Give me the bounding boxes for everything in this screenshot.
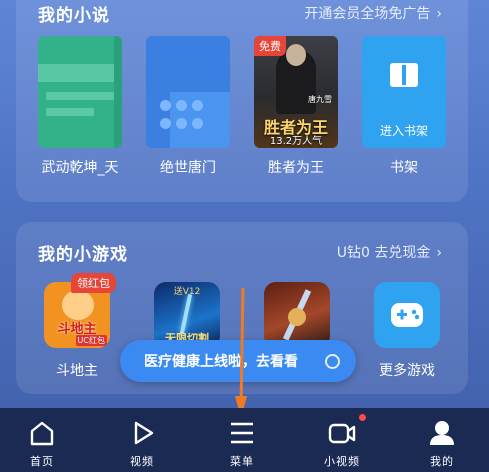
chevron-right-icon: › [436, 245, 442, 261]
user-icon [430, 421, 454, 445]
book-label-4[interactable]: 书架 [349, 157, 459, 177]
games-title: 我的小游戏 [38, 245, 128, 265]
tab-home-label: 首页 [30, 455, 54, 468]
game-icon-3[interactable] [264, 282, 330, 348]
menu-icon [231, 422, 253, 444]
play-icon [134, 421, 154, 445]
notification-dot [359, 414, 366, 421]
games-exchange-link[interactable]: U钻0 去兑现金 › [337, 242, 442, 262]
arrow-down-icon [235, 288, 247, 418]
promo-link-label: 开通会员全场免广告 [304, 6, 431, 22]
tab-mine-label: 我的 [430, 455, 454, 468]
camera-icon [328, 423, 356, 444]
game-label-1[interactable]: 斗地主 [22, 360, 132, 380]
gamepad-icon [391, 303, 423, 327]
tab-video-label: 视频 [130, 455, 154, 468]
tab-menu-label: 菜单 [230, 455, 254, 468]
tab-video[interactable]: 视频 [107, 408, 177, 472]
game-label-4[interactable]: 更多游戏 [352, 360, 462, 380]
novels-promo-link[interactable]: 开通会员全场免广告 › [304, 3, 442, 23]
bottom-tabbar: 首页 视频 菜单 小视频 我的 [0, 408, 489, 472]
tab-menu[interactable]: 菜单 [207, 408, 277, 472]
game-icon-2[interactable]: 送V12 无限切割 [154, 282, 220, 348]
book-cover-reads: 13.2万人气 [269, 136, 323, 147]
bookshelf-cover[interactable]: 进入书架 [362, 36, 446, 148]
exchange-link-label: U钻0 去兑现金 [336, 245, 431, 261]
book-cover-author: 唐九雪 [308, 95, 332, 104]
book-label-3[interactable]: 胜者为王 [241, 157, 351, 177]
novels-title: 我的小说 [38, 6, 110, 26]
novels-card: 我的小说 开通会员全场免广告 › 武动乾坤_天 绝世唐门 唐九雪 胜者为王 13.… [16, 0, 468, 202]
tab-home[interactable]: 首页 [7, 408, 77, 472]
book-cover-1[interactable] [38, 36, 122, 148]
uc-redpacket-badge: UC红包 [75, 335, 107, 346]
book-cover-2[interactable] [146, 36, 230, 148]
chevron-right-icon: › [436, 6, 442, 22]
redpacket-tag: 领红包 [71, 273, 116, 293]
tab-short-video[interactable]: 小视频 [307, 408, 377, 472]
book-label-1[interactable]: 武动乾坤_天 [25, 157, 135, 177]
tab-mine[interactable]: 我的 [407, 408, 477, 472]
free-badge: 免费 [254, 36, 286, 56]
tab-short-video-label: 小视频 [324, 455, 360, 468]
bookshelf-enter-text: 进入书架 [379, 124, 428, 138]
toast-text: 医疗健康上线啦，去看看 [144, 354, 298, 370]
home-icon [30, 421, 54, 446]
book-icon [390, 63, 418, 87]
book-cover-3[interactable]: 唐九雪 胜者为王 13.2万人气 免费 [254, 36, 338, 148]
more-games-icon[interactable] [374, 282, 440, 348]
loading-ring-icon [325, 354, 340, 369]
book-label-2[interactable]: 绝世唐门 [133, 157, 243, 177]
